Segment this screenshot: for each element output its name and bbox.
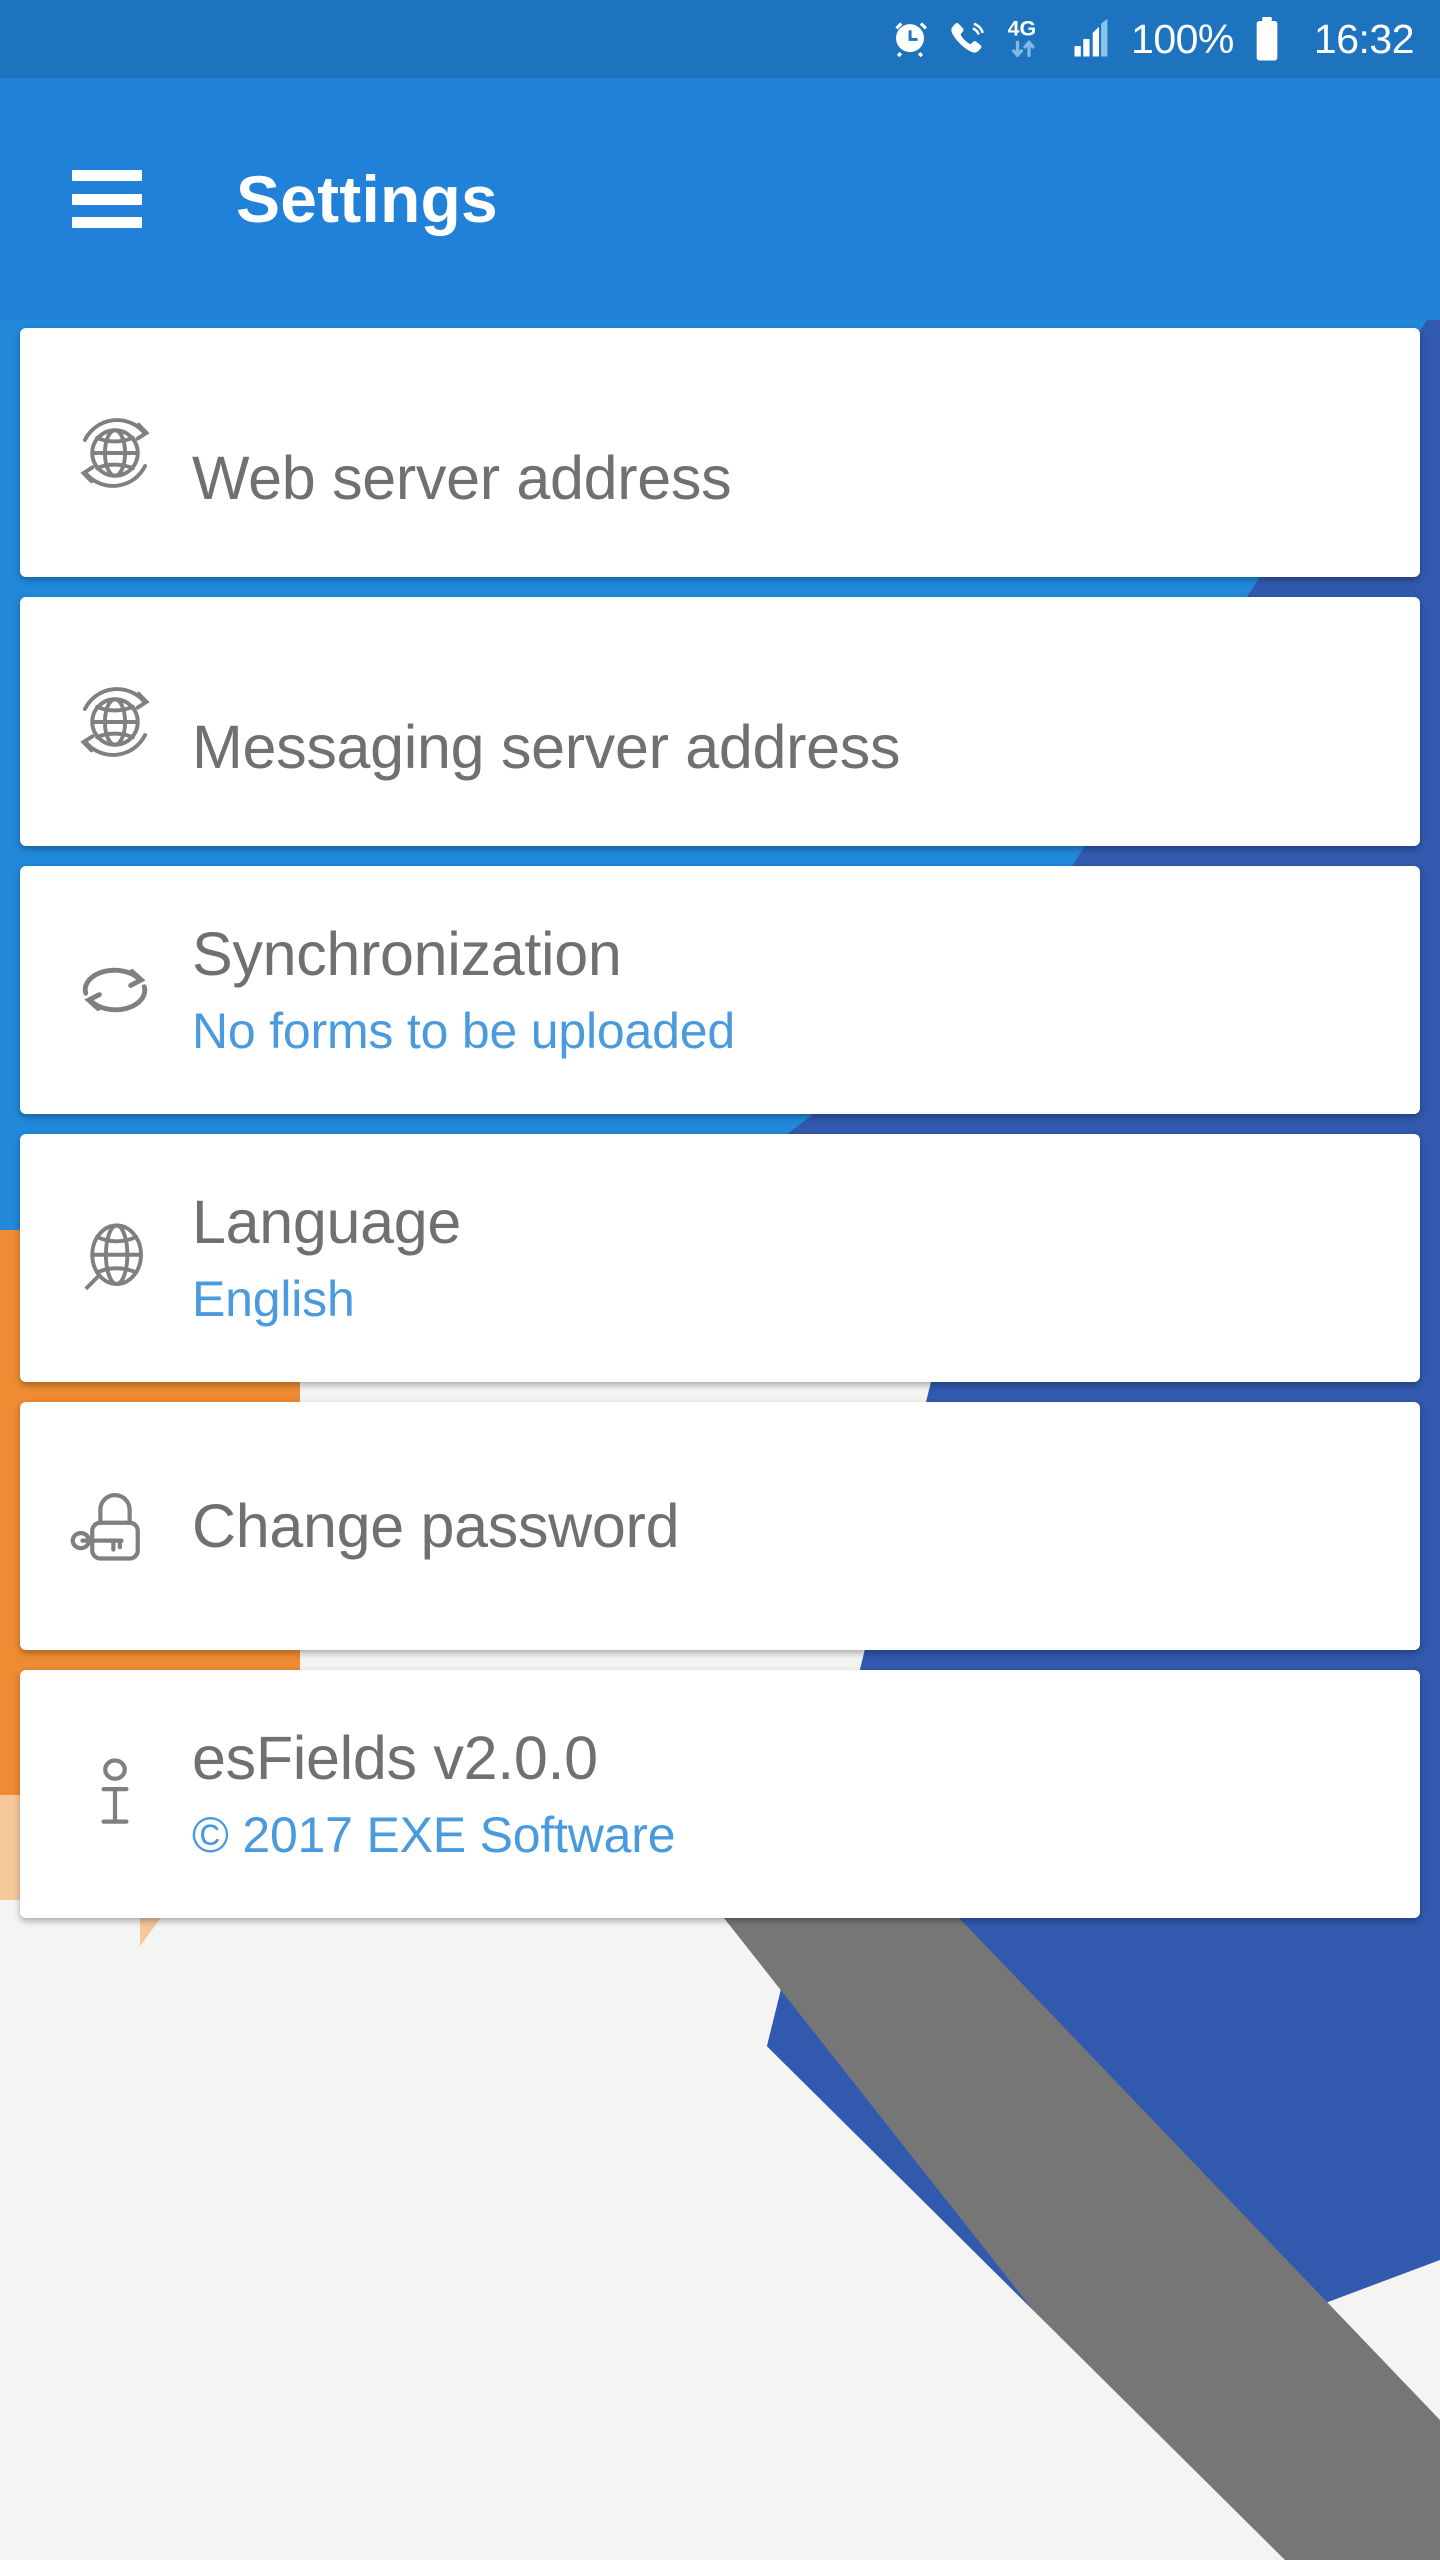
- clock-label: 16:32: [1313, 15, 1415, 62]
- settings-item-text: esFields v2.0.0 © 2017 EXE Software: [192, 1723, 1420, 1865]
- settings-item-web-server-address[interactable]: Web server address: [20, 328, 1420, 577]
- globe-sync-icon: [20, 597, 192, 846]
- alarm-clock-icon: [889, 18, 931, 60]
- svg-text:4G: 4G: [1008, 17, 1036, 41]
- settings-item-subtitle: English: [192, 1271, 355, 1328]
- status-bar: 4G 100% 16:32: [0, 0, 1440, 78]
- settings-item-subtitle: No forms to be uploaded: [192, 1003, 735, 1060]
- settings-item-title: Language: [192, 1188, 462, 1257]
- settings-item-title: Change password: [192, 1491, 680, 1560]
- settings-item-messaging-server-address[interactable]: Messaging server address: [20, 597, 1420, 846]
- settings-item-synchronization[interactable]: Synchronization No forms to be uploaded: [20, 866, 1420, 1114]
- settings-item-text: Change password: [192, 1491, 1420, 1561]
- hamburger-menu-icon[interactable]: [72, 170, 142, 228]
- settings-item-language[interactable]: Language English: [20, 1134, 1420, 1382]
- phone-screen: 4G 100% 16:32 Settings Web server addres…: [0, 0, 1440, 2560]
- settings-item-subtitle: © 2017 EXE Software: [192, 1807, 676, 1864]
- settings-item-text: Language English: [192, 1187, 1420, 1329]
- battery-full-icon: [1250, 16, 1284, 62]
- settings-item-text: Web server address: [192, 391, 1420, 513]
- settings-item-title: Synchronization: [192, 920, 622, 989]
- battery-percent-label: 100%: [1131, 15, 1234, 62]
- padlock-key-icon: [20, 1402, 192, 1650]
- page-title: Settings: [236, 162, 498, 236]
- phone-ringing-icon: [947, 18, 989, 60]
- globe-speech-icon: [20, 1134, 192, 1382]
- app-bar: Settings: [0, 78, 1440, 320]
- globe-sync-icon: [20, 328, 192, 577]
- sync-arrows-icon: [20, 866, 192, 1114]
- settings-item-title: Web server address: [192, 444, 732, 513]
- settings-item-change-password[interactable]: Change password: [20, 1402, 1420, 1650]
- network-type-icon: 4G: [1005, 16, 1053, 62]
- settings-item-text: Synchronization No forms to be uploaded: [192, 919, 1420, 1061]
- settings-list: Web server address Messaging server addr…: [0, 320, 1440, 1938]
- settings-item-title: esFields v2.0.0: [192, 1724, 598, 1793]
- info-icon: [20, 1670, 192, 1918]
- settings-item-title: Messaging server address: [192, 713, 901, 782]
- settings-item-text: Messaging server address: [192, 660, 1420, 782]
- settings-item-about-version[interactable]: esFields v2.0.0 © 2017 EXE Software: [20, 1670, 1420, 1918]
- signal-bars-icon: [1069, 18, 1115, 60]
